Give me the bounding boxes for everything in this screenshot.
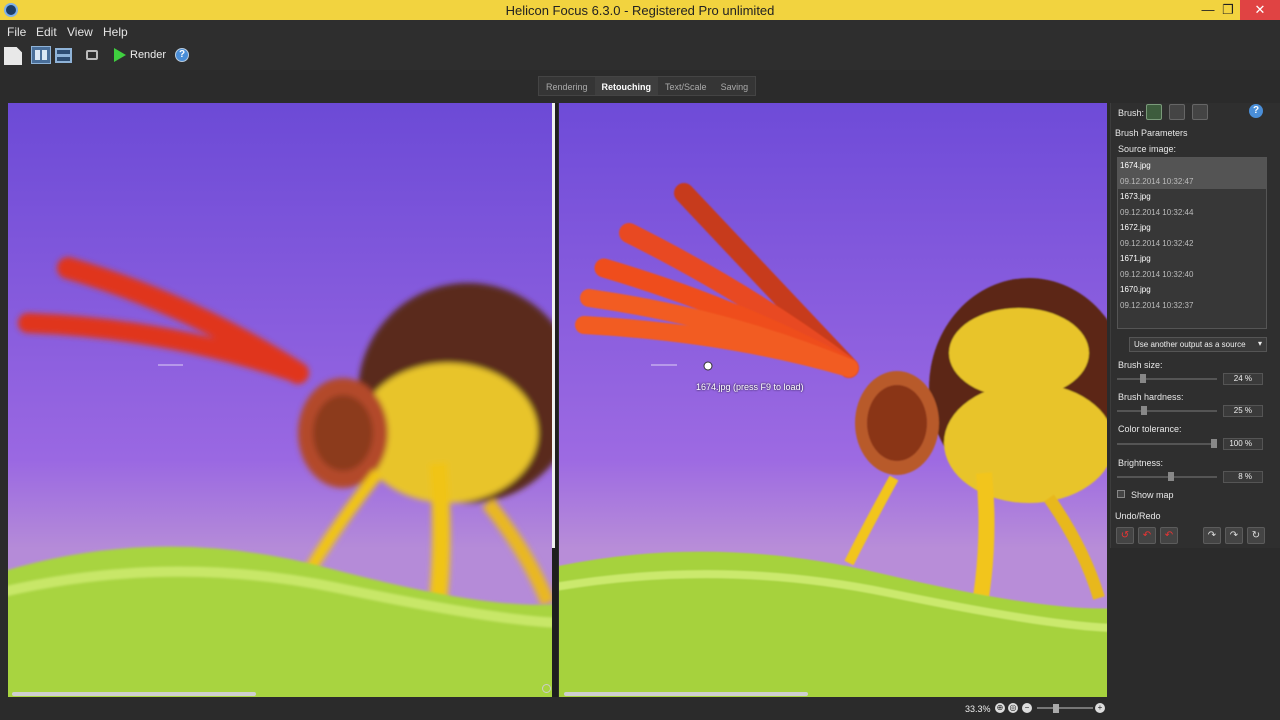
source-image-label: Source image: <box>1118 144 1177 154</box>
color-tolerance-value[interactable]: 100 % <box>1223 438 1263 450</box>
menu-file[interactable]: File <box>7 25 26 39</box>
zoom-level: 33.3% <box>965 704 991 714</box>
render-button[interactable]: Render <box>130 49 166 61</box>
zoom-fit-icon[interactable] <box>542 684 551 693</box>
zoom-in-icon[interactable]: + <box>1095 703 1105 713</box>
tab-rendering[interactable]: Rendering <box>539 77 595 95</box>
redo-all-icon[interactable]: ↻ <box>1247 527 1265 544</box>
cursor-tooltip: 1674.jpg (press F9 to load) <box>696 382 804 392</box>
insect-photo-left <box>8 103 556 697</box>
left-horizontal-scrollbar[interactable] <box>12 692 256 696</box>
zoom-fit-icon[interactable]: ⊕ <box>995 703 1005 713</box>
brush-size-label: Brush size: <box>1118 360 1163 370</box>
brush-size-value[interactable]: 24 % <box>1223 373 1263 385</box>
tab-text-scale[interactable]: Text/Scale <box>658 77 714 95</box>
brush-hardness-value[interactable]: 25 % <box>1223 405 1263 417</box>
menu-edit[interactable]: Edit <box>36 25 57 39</box>
split-vertical-icon[interactable] <box>31 46 51 64</box>
brightness-label: Brightness: <box>1118 458 1164 468</box>
undo-step-icon[interactable]: ↶ <box>1160 527 1178 544</box>
brush-hardness-slider[interactable]: 25 % <box>1117 405 1267 417</box>
menu-view[interactable]: View <box>67 25 93 39</box>
color-tolerance-slider[interactable]: 100 % <box>1117 438 1267 450</box>
zoom-out-icon[interactable]: − <box>1022 703 1032 713</box>
result-image-viewer[interactable]: 1674.jpg (press F9 to load) <box>559 103 1107 697</box>
brush-parameters-heading: Brush Parameters <box>1115 128 1188 138</box>
undo-icon[interactable]: ↶ <box>1138 527 1156 544</box>
insect-photo-right <box>559 103 1107 697</box>
title-bar: Helicon Focus 6.3.0 - Registered Pro unl… <box>0 0 1280 20</box>
brush-erase-icon[interactable] <box>1192 104 1208 120</box>
window-title: Helicon Focus 6.3.0 - Registered Pro unl… <box>505 3 775 18</box>
right-horizontal-scrollbar[interactable] <box>564 692 808 696</box>
viewer-splitter[interactable] <box>552 103 558 697</box>
toolbar <box>0 42 1280 70</box>
menu-bar: File Edit View Help <box>0 20 1280 42</box>
slider-thumb[interactable] <box>1167 472 1174 481</box>
zoom-slider-thumb[interactable] <box>1053 704 1059 713</box>
panel-help-icon[interactable]: ? <box>1249 104 1263 118</box>
slider-thumb[interactable] <box>1140 406 1147 415</box>
list-item[interactable]: 1673.jpg 09.12.2014 10:32:44 <box>1118 189 1266 220</box>
zoom-actual-icon[interactable]: ◎ <box>1008 703 1018 713</box>
brightness-value[interactable]: 8 % <box>1223 471 1263 483</box>
redo-step-icon[interactable]: ↷ <box>1203 527 1221 544</box>
tab-retouching[interactable]: Retouching <box>594 77 659 95</box>
undo-all-icon[interactable]: ↺ <box>1116 527 1134 544</box>
show-map-label: Show map <box>1131 490 1174 500</box>
list-item[interactable]: 1674.jpg 09.12.2014 10:32:47 <box>1118 158 1266 189</box>
color-tolerance-label: Color tolerance: <box>1118 424 1182 434</box>
brush-copy-icon[interactable] <box>1146 104 1162 120</box>
source-image-list[interactable]: 1674.jpg 09.12.2014 10:32:47 1673.jpg 09… <box>1117 157 1267 329</box>
brush-label: Brush: <box>1118 108 1145 118</box>
new-project-icon[interactable] <box>4 47 22 65</box>
brush-size-slider[interactable]: 24 % <box>1117 373 1267 385</box>
list-item[interactable]: 1670.jpg 09.12.2014 10:32:37 <box>1118 282 1266 313</box>
list-item[interactable]: 1671.jpg 09.12.2014 10:32:40 <box>1118 251 1266 282</box>
render-play-icon[interactable] <box>114 48 126 62</box>
hand-cursor-icon <box>703 361 713 371</box>
brightness-slider[interactable]: 8 % <box>1117 471 1267 483</box>
dropdown-label: Use another output as a source <box>1134 340 1246 349</box>
menu-help[interactable]: Help <box>103 25 128 39</box>
status-bar: 33.3% <box>0 698 1280 720</box>
mode-tabs: Rendering Retouching Text/Scale Saving <box>538 76 757 96</box>
slider-thumb[interactable] <box>1211 439 1217 448</box>
camera-icon[interactable] <box>86 50 98 60</box>
source-image-viewer[interactable] <box>8 103 556 697</box>
redo-icon[interactable]: ↷ <box>1225 527 1243 544</box>
brush-hardness-label: Brush hardness: <box>1118 392 1184 402</box>
tab-saving[interactable]: Saving <box>714 77 756 95</box>
brush-paint-icon[interactable] <box>1169 104 1185 120</box>
output-source-dropdown[interactable]: Use another output as a source ▾ <box>1129 337 1267 352</box>
zoom-slider[interactable] <box>1037 707 1093 709</box>
list-item[interactable]: 1672.jpg 09.12.2014 10:32:42 <box>1118 220 1266 251</box>
slider-thumb[interactable] <box>1139 374 1146 383</box>
help-icon[interactable]: ? <box>175 48 189 62</box>
undo-redo-heading: Undo/Redo <box>1115 511 1161 521</box>
split-horizontal-icon[interactable] <box>55 48 72 63</box>
show-map-checkbox[interactable] <box>1117 490 1125 498</box>
close-button[interactable]: ✕ <box>1240 0 1280 20</box>
chevron-down-icon: ▾ <box>1257 339 1262 348</box>
maximize-button[interactable]: ❐ <box>1214 0 1242 20</box>
